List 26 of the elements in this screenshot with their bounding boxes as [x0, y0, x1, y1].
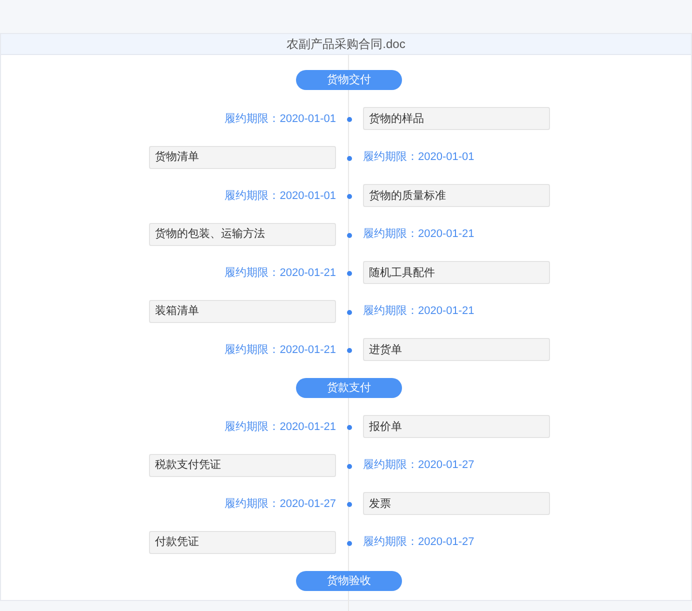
deadline-text: 履约期限：2020-01-01 — [224, 112, 336, 126]
document-item: 进货单 — [363, 338, 550, 362]
deadline-text: 履约期限：2020-01-21 — [224, 342, 336, 358]
document-item: 货物的包装、运输方法 — [149, 222, 336, 246]
document-item: 随机工具配件 — [363, 261, 550, 284]
document-item: 付款凭证 — [149, 530, 336, 554]
deadline-text: 履约期限：2020-01-01 — [224, 188, 336, 204]
phase-label: 货物交付 — [296, 70, 402, 90]
deadline-text: 履约期限：2020-01-01 — [363, 150, 474, 165]
phase-label: 货款支付 — [296, 378, 402, 398]
document-item: 货物清单 — [149, 146, 336, 169]
deadline-text: 履约期限：2020-01-27 — [363, 535, 474, 550]
document-title: 农副产品采购合同.doc — [286, 36, 406, 53]
deadline-text: 履约期限：2020-01-27 — [363, 458, 474, 473]
deadline-text: 履约期限：2020-01-21 — [363, 227, 474, 242]
document-item: 货物的质量标准 — [363, 184, 550, 208]
deadline-text: 履约期限：2020-01-21 — [224, 420, 336, 434]
phase-label: 货物验收 — [296, 570, 402, 591]
document-item: 货物的样品 — [363, 107, 550, 130]
document-item: 报价单 — [363, 415, 550, 438]
deadline-text: 履约期限：2020-01-21 — [363, 304, 474, 319]
document-item: 发票 — [363, 492, 550, 516]
document-item: 税款支付凭证 — [149, 454, 336, 477]
deadline-text: 履约期限：2020-01-27 — [224, 496, 336, 512]
document-item: 装箱清单 — [149, 300, 336, 323]
deadline-text: 履约期限：2020-01-21 — [224, 266, 336, 280]
